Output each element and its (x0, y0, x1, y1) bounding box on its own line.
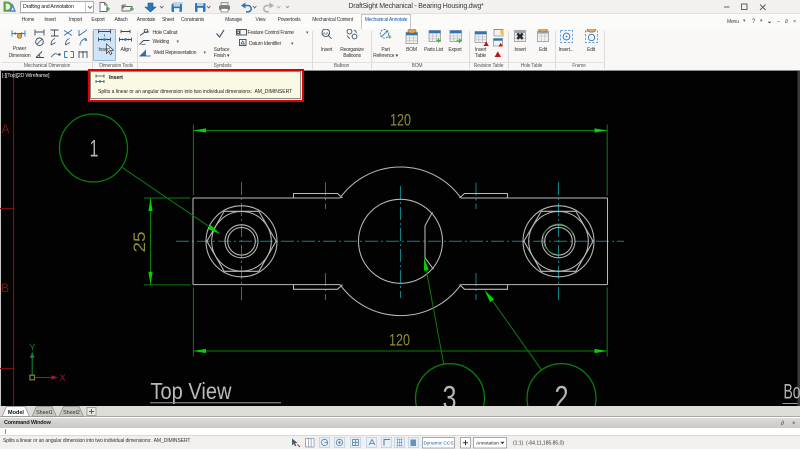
svg-text:2: 2 (555, 379, 569, 406)
svg-text:Model: Model (8, 410, 24, 416)
svg-text:Y: Y (29, 343, 35, 353)
svg-text:120: 120 (389, 331, 410, 350)
svg-text:Dynamic CCS: Dynamic CCS (423, 441, 453, 447)
svg-text:25: 25 (130, 232, 149, 253)
svg-text:120: 120 (390, 111, 411, 130)
svg-text:Bo: Bo (784, 381, 800, 404)
svg-text:3: 3 (443, 379, 457, 406)
svg-text:A: A (1, 122, 9, 136)
svg-text:X: X (60, 373, 66, 383)
svg-text:Annotation: Annotation (476, 441, 499, 447)
svg-text:Top View: Top View (151, 378, 232, 404)
svg-text:(1:1) (-64.11,185.85,0): (1:1) (-64.11,185.85,0) (513, 441, 564, 447)
svg-text:AA: AA (323, 31, 329, 36)
svg-text:Sheet2: Sheet2 (63, 410, 80, 416)
svg-text:1: 1 (90, 136, 99, 163)
svg-text:Sheet1: Sheet1 (36, 410, 53, 416)
svg-text:B: B (1, 281, 9, 295)
